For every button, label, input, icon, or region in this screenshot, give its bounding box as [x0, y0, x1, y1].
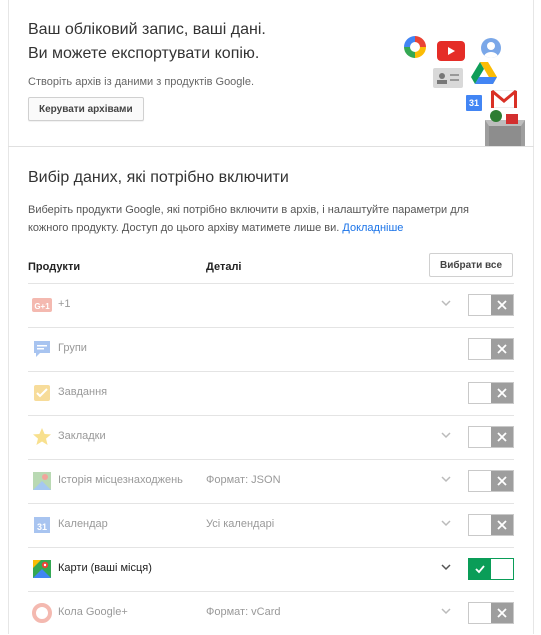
close-icon [491, 515, 513, 535]
product-name: +1 [58, 298, 71, 310]
close-icon [491, 295, 513, 315]
close-icon [491, 603, 513, 623]
product-list: G+1 +1 Групи Завдання Закладки Історія м… [28, 283, 514, 635]
archive-box-icon [485, 120, 525, 146]
chevron-down-icon[interactable] [440, 297, 452, 309]
groups-icon [32, 339, 52, 359]
include-toggle[interactable] [468, 558, 514, 580]
chevron-down-icon[interactable] [440, 605, 452, 617]
location-history-icon [32, 471, 52, 491]
intro-subtext: Створіть архів із даними з продуктів Goo… [28, 76, 255, 88]
section-description: Виберіть продукти Google, які потрібно в… [28, 201, 498, 237]
photos-icon [404, 36, 426, 58]
hangouts-icon [490, 110, 502, 122]
chevron-down-icon[interactable] [440, 429, 452, 441]
product-row-calendar: 31 Календар Усі календарі [28, 503, 514, 547]
column-header-details: Деталі [206, 261, 242, 273]
close-icon [491, 471, 513, 491]
include-toggle[interactable] [468, 602, 514, 624]
learn-more-link[interactable]: Докладніше [342, 222, 403, 234]
product-row-tasks: Завдання [28, 371, 514, 415]
profile-icon [481, 38, 501, 58]
close-icon [491, 339, 513, 359]
contacts-card-icon [433, 68, 463, 88]
product-name: Групи [58, 342, 87, 354]
close-icon [491, 427, 513, 447]
product-row-location-history: Історія місцезнаходжень Формат: JSON [28, 459, 514, 503]
drive-icon [471, 62, 497, 84]
close-icon [491, 383, 513, 403]
calendar-icon: 31 [32, 515, 52, 535]
product-name: Історія місцезнаходжень [58, 474, 183, 486]
product-name: Завдання [58, 386, 108, 398]
product-row-plus-one: G+1 +1 [28, 283, 514, 327]
svg-text:31: 31 [37, 522, 47, 532]
check-icon [469, 559, 491, 579]
manage-archives-button[interactable]: Керувати архівами [28, 97, 144, 121]
product-row-maps: Карти (ваші місця) [28, 547, 514, 591]
data-selection-section: Вибір даних, які потрібно включити Вибер… [8, 147, 534, 634]
product-name: Карти (ваші місця) [58, 562, 152, 574]
product-row-groups: Групи [28, 327, 514, 371]
headline-line-1: Ваш обліковий запис, ваші дані. [28, 21, 266, 38]
product-row-bookmarks: Закладки [28, 415, 514, 459]
google-plus-circles-icon [32, 603, 52, 623]
column-header-products: Продукти [28, 261, 81, 273]
calendar-icon: 31 [466, 95, 482, 111]
product-detail: Формат: vCard [206, 606, 281, 618]
include-toggle[interactable] [468, 294, 514, 316]
product-row-google-plus-circles: Кола Google+ Формат: vCard [28, 591, 514, 635]
include-toggle[interactable] [468, 382, 514, 404]
select-all-button[interactable]: Вибрати все [429, 253, 513, 277]
include-toggle[interactable] [468, 426, 514, 448]
product-name: Закладки [58, 430, 106, 442]
takeout-intro-card: Ваш обліковий запис, ваші дані. Ви может… [8, 0, 534, 146]
product-name: Кола Google+ [58, 606, 128, 618]
section-title: Вибір даних, які потрібно включити [28, 169, 289, 186]
maps-icon [32, 559, 52, 579]
svg-text:G+1: G+1 [34, 302, 50, 311]
include-toggle[interactable] [468, 338, 514, 360]
headline-line-2: Ви можете експортувати копію. [28, 45, 260, 62]
bookmarks-star-icon [32, 427, 52, 447]
youtube-icon [437, 41, 465, 61]
red-bookmark-icon [506, 114, 518, 124]
takeout-page: Ваш обліковий запис, ваші дані. Ви может… [0, 0, 541, 634]
product-detail: Усі календарі [206, 518, 275, 530]
include-toggle[interactable] [468, 470, 514, 492]
intro-headline: Ваш обліковий запис, ваші дані. Ви может… [28, 18, 266, 66]
product-detail: Формат: JSON [206, 474, 281, 486]
google-plus-one-icon: G+1 [32, 295, 52, 315]
tasks-icon [32, 383, 52, 403]
chevron-down-icon[interactable] [440, 561, 452, 573]
chevron-down-icon[interactable] [440, 517, 452, 529]
chevron-down-icon[interactable] [440, 473, 452, 485]
product-name: Календар [58, 518, 108, 530]
include-toggle[interactable] [468, 514, 514, 536]
gmail-icon [491, 90, 517, 108]
